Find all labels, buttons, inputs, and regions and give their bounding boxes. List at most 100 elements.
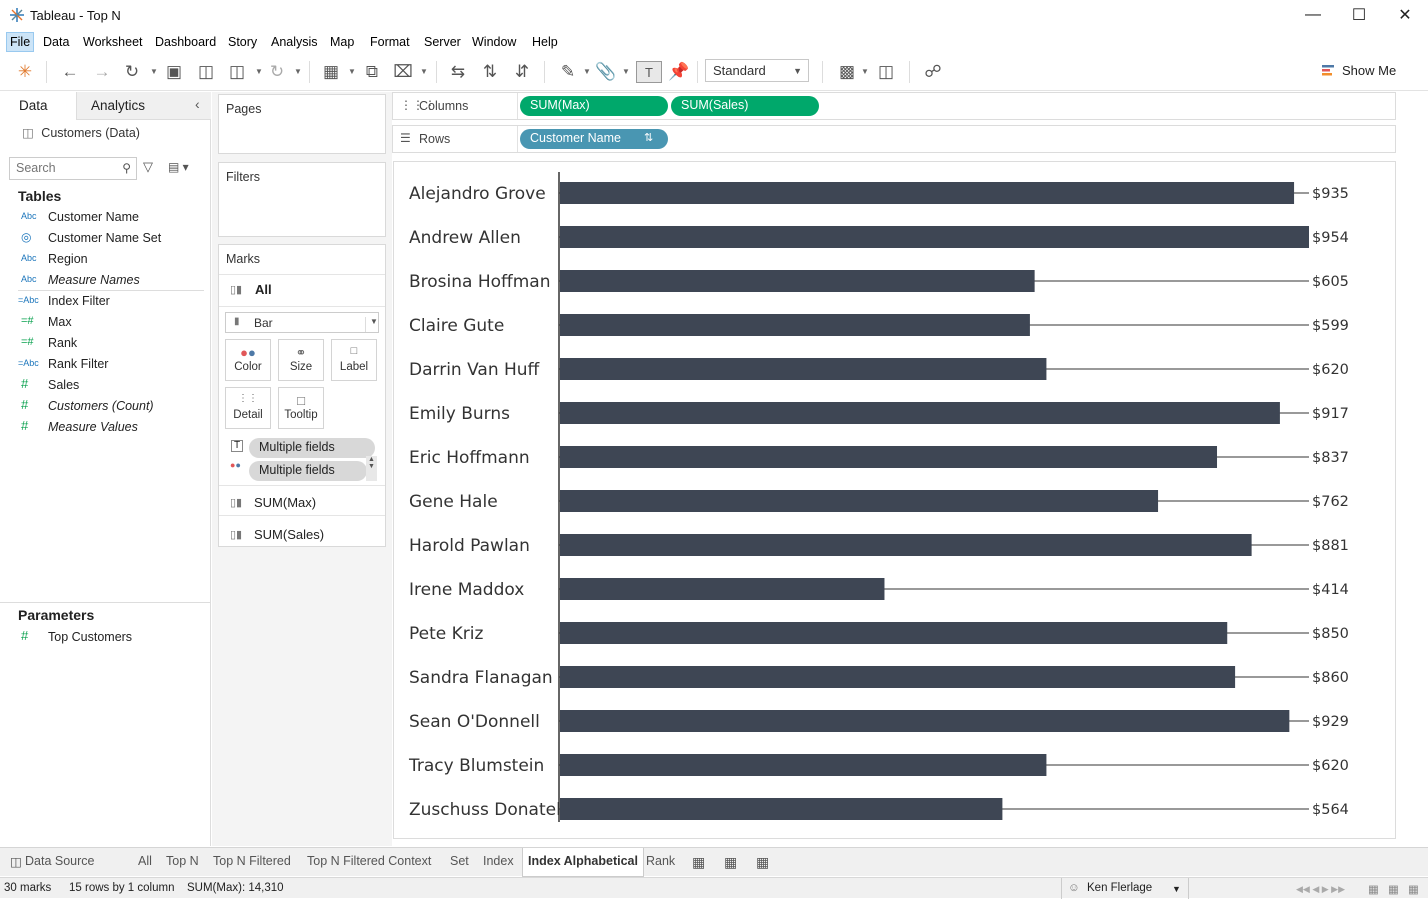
menu-worksheet[interactable]: Worksheet	[83, 35, 143, 49]
collapse-pane-icon[interactable]: ‹	[195, 96, 200, 112]
menu-dashboard[interactable]: Dashboard	[155, 35, 216, 49]
label-button[interactable]: □ Label	[331, 339, 377, 381]
bar[interactable]	[560, 578, 885, 600]
bar[interactable]	[560, 490, 1159, 512]
show-cards-icon[interactable]: ▩	[836, 61, 858, 83]
menu-story[interactable]: Story	[228, 35, 257, 49]
field-item[interactable]: # Measure Values	[0, 418, 210, 439]
sheet-sorter-icon[interactable]: ▦	[1368, 882, 1379, 896]
tabs-view-icon[interactable]: ▦	[1408, 882, 1419, 896]
sheet-nav-icons[interactable]: ◀◀ ◀ ▶ ▶▶	[1296, 884, 1345, 895]
new-datasource-icon[interactable]: ◫	[195, 61, 217, 83]
tab-data-source[interactable]: Data Source	[25, 854, 94, 868]
field-item[interactable]: =Abc Index Filter	[0, 292, 210, 313]
field-item[interactable]: Abc Region	[0, 250, 210, 271]
clear-dropdown-icon[interactable]: ▼	[420, 67, 428, 76]
tab-top-n-filtered[interactable]: Top N Filtered	[213, 854, 291, 868]
new-worksheet-icon[interactable]: ▦	[320, 61, 342, 83]
filters-shelf[interactable]: Filters	[218, 162, 386, 237]
view-options-icon[interactable]: ▤ ▾	[168, 160, 189, 174]
menu-map[interactable]: Map	[330, 35, 354, 49]
new-story-tab-icon[interactable]: ▦	[756, 854, 769, 871]
datasource-dropdown-icon[interactable]: ▼	[255, 67, 263, 76]
field-item[interactable]: # Sales	[0, 376, 210, 397]
bar[interactable]	[560, 754, 1047, 776]
columns-pill-sum-max[interactable]: SUM(Max)	[520, 96, 668, 116]
measure-sum-max[interactable]: SUM(Max)	[254, 495, 316, 510]
pause-updates-icon[interactable]: ◫	[226, 61, 248, 83]
bar[interactable]	[560, 314, 1030, 336]
menu-data[interactable]: Data	[43, 35, 69, 49]
detail-button[interactable]: ⋮⋮ Detail	[225, 387, 271, 429]
field-item[interactable]: =# Rank	[0, 334, 210, 355]
maximize-button[interactable]: ☐	[1336, 0, 1382, 30]
menu-help[interactable]: Help	[532, 35, 558, 49]
tab-all[interactable]: All	[138, 854, 152, 868]
color-button[interactable]: ●● Color	[225, 339, 271, 381]
highlight-dropdown-icon[interactable]: ▼	[583, 67, 591, 76]
bar[interactable]	[560, 270, 1035, 292]
show-cards-dropdown-icon[interactable]: ▼	[861, 67, 869, 76]
tooltip-button[interactable]: □ Tooltip	[278, 387, 324, 429]
new-worksheet-tab-icon[interactable]: ▦	[692, 854, 705, 871]
tab-data[interactable]: Data	[0, 92, 76, 120]
menu-server[interactable]: Server	[424, 35, 461, 49]
marks-field-pill[interactable]: Multiple fields	[249, 438, 375, 458]
rows-pill-customer-name[interactable]: Customer Name ⇅	[520, 129, 668, 149]
pages-shelf[interactable]: Pages	[218, 94, 386, 154]
marks-all-label[interactable]: All	[255, 282, 272, 297]
search-input[interactable]	[10, 158, 110, 178]
fix-axes-icon[interactable]: 📌	[668, 61, 690, 83]
bar[interactable]	[560, 622, 1228, 644]
tab-set[interactable]: Set	[450, 854, 469, 868]
tab-index[interactable]: Index	[483, 854, 514, 868]
replay-dropdown-icon[interactable]: ▼	[150, 67, 158, 76]
tableau-home-icon[interactable]: ✳	[14, 61, 36, 83]
field-item[interactable]: =# Max	[0, 313, 210, 334]
bar[interactable]	[560, 402, 1280, 424]
sort-az-icon[interactable]: ⇅	[644, 131, 653, 144]
bar[interactable]	[560, 446, 1218, 468]
columns-pill-sum-sales[interactable]: SUM(Sales)	[671, 96, 819, 116]
undo-icon[interactable]: ←	[59, 61, 81, 83]
rows-shelf[interactable]: ☰ Rows Customer Name ⇅	[392, 125, 1396, 153]
filmstrip-icon[interactable]: ▦	[1388, 882, 1399, 896]
user-name[interactable]: Ken Flerlage	[1087, 882, 1152, 894]
field-item[interactable]: =Abc Rank Filter	[0, 355, 210, 376]
bar[interactable]	[560, 182, 1295, 204]
tab-rank[interactable]: Rank	[646, 854, 675, 868]
duplicate-sheet-icon[interactable]: ⧉	[361, 61, 383, 83]
filter-icon[interactable]: ▽	[143, 159, 153, 175]
redo-icon[interactable]: →	[91, 61, 113, 83]
tab-index-alphabetical[interactable]: Index Alphabetical	[522, 848, 644, 877]
save-icon[interactable]: ▣	[163, 61, 185, 83]
show-me-button[interactable]: Show Me	[1322, 63, 1396, 78]
tab-analytics[interactable]: Analytics ‹	[76, 92, 211, 120]
tab-top-n[interactable]: Top N	[166, 854, 199, 868]
refresh-dropdown-icon[interactable]: ▼	[294, 67, 302, 76]
bar[interactable]	[560, 358, 1047, 380]
show-mark-labels-icon[interactable]: T	[636, 61, 662, 83]
bar[interactable]	[560, 666, 1236, 688]
bar[interactable]	[560, 798, 1003, 820]
search-box[interactable]: ⚲	[9, 157, 137, 180]
field-item[interactable]: Abc Customer Name	[0, 208, 210, 229]
menu-window[interactable]: Window	[472, 35, 516, 49]
group-members-icon[interactable]: 📎	[595, 61, 617, 83]
vertical-scrollbar[interactable]	[1403, 92, 1428, 846]
marks-scrollbar[interactable]: ▲ ▼	[366, 456, 377, 481]
marks-field-pill[interactable]: Multiple fields	[249, 461, 367, 481]
bar[interactable]	[560, 534, 1252, 556]
clear-sheet-icon[interactable]: ⌧	[392, 61, 414, 83]
size-button[interactable]: ⚭ Size	[278, 339, 324, 381]
menu-file[interactable]: File	[6, 32, 35, 52]
measure-sum-sales[interactable]: SUM(Sales)	[254, 527, 324, 542]
refresh-icon[interactable]: ↻	[266, 61, 288, 83]
sort-ascending-icon[interactable]: ⇅	[479, 61, 501, 83]
new-dashboard-tab-icon[interactable]: ▦	[724, 854, 737, 871]
group-dropdown-icon[interactable]: ▼	[622, 67, 630, 76]
bar[interactable]	[560, 226, 1309, 248]
swap-icon[interactable]: ⇆	[447, 61, 469, 83]
menu-format[interactable]: Format	[370, 35, 410, 49]
new-worksheet-dropdown-icon[interactable]: ▼	[348, 67, 356, 76]
